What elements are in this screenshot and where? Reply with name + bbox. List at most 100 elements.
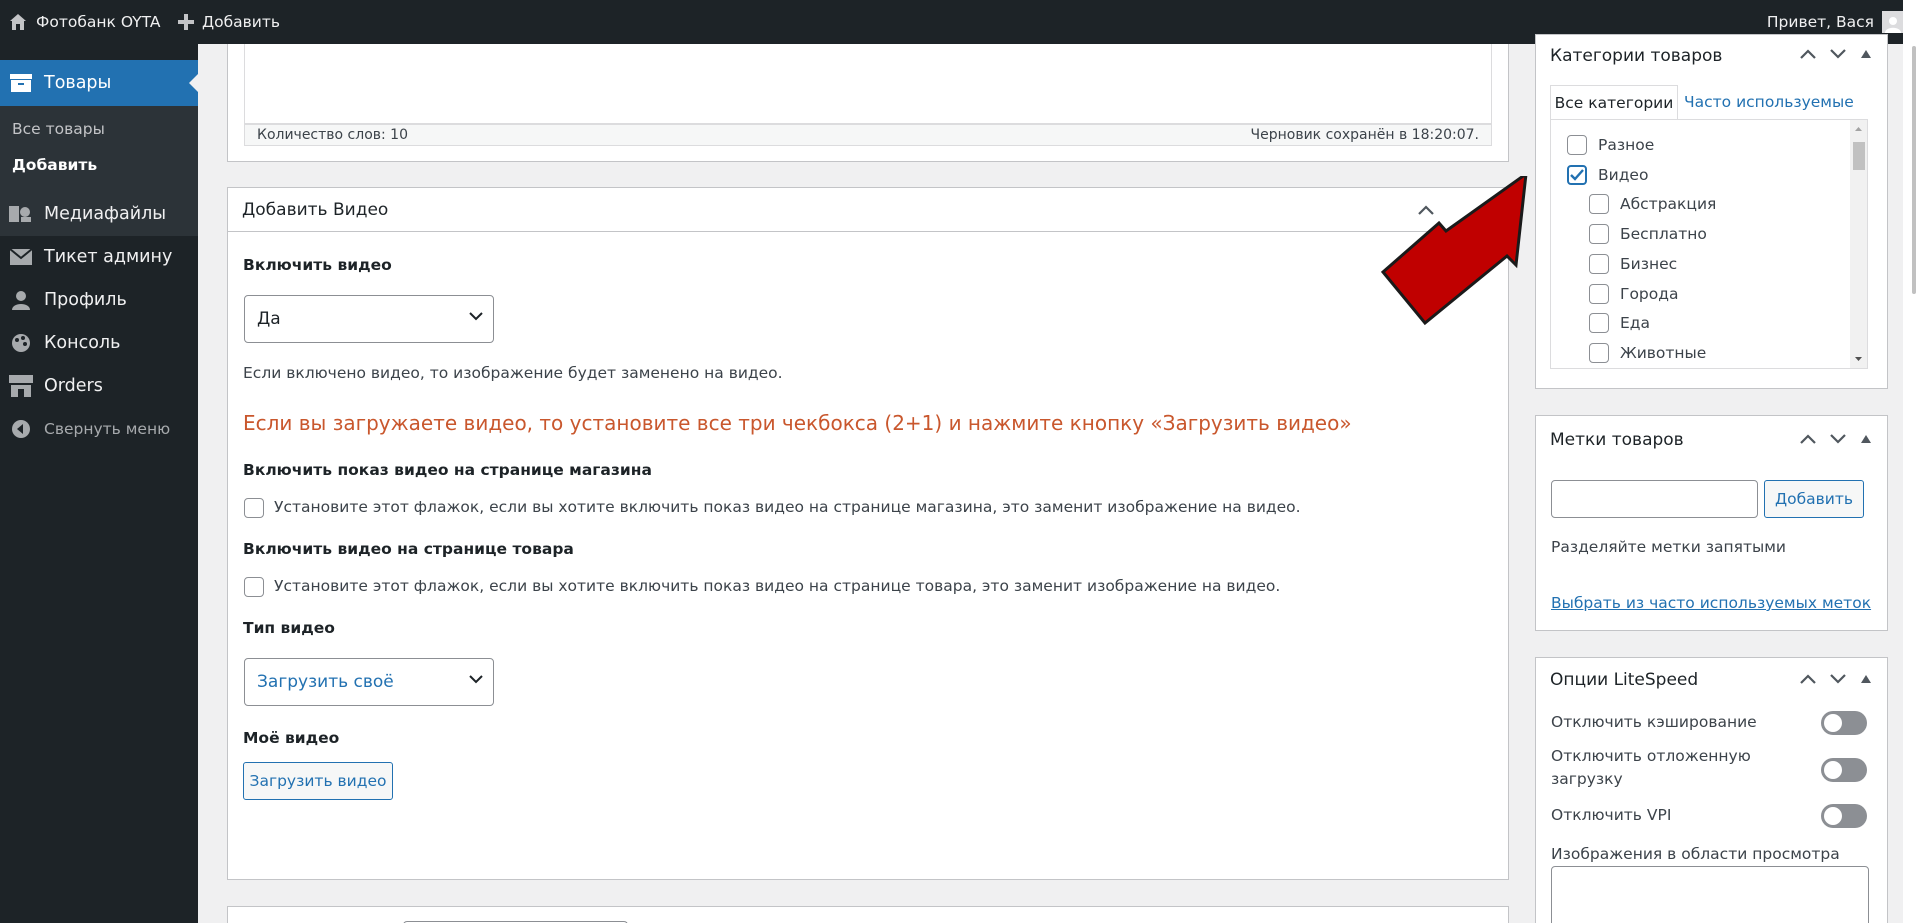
chevron-down-icon[interactable] bbox=[1826, 429, 1850, 449]
add-new-label: Добавить bbox=[202, 13, 281, 31]
disable-vpi-toggle[interactable] bbox=[1821, 804, 1867, 828]
video-type-value: Загрузить своё bbox=[257, 672, 394, 692]
category-checkbox-checked[interactable] bbox=[1567, 165, 1587, 185]
my-video-label: Моё видео bbox=[243, 729, 340, 747]
site-name-link[interactable]: Фотобанк OYTA bbox=[8, 0, 161, 44]
category-checkbox[interactable] bbox=[1589, 284, 1609, 304]
store-icon bbox=[8, 375, 34, 397]
category-item-misc[interactable]: Разное bbox=[1567, 135, 1654, 155]
scroll-down-icon bbox=[1855, 357, 1862, 361]
disable-cache-toggle[interactable] bbox=[1821, 711, 1867, 735]
shop-page-video-label: Включить показ видео на странице магазин… bbox=[243, 461, 652, 479]
tab-popular-categories[interactable]: Часто используемые bbox=[1684, 93, 1854, 111]
add-video-title: Добавить Видео bbox=[242, 200, 389, 220]
tags-hint: Разделяйте метки запятыми bbox=[1551, 538, 1786, 556]
tags-title: Метки товаров bbox=[1550, 430, 1684, 450]
category-item-cities[interactable]: Города bbox=[1589, 284, 1678, 304]
category-checkbox[interactable] bbox=[1589, 254, 1609, 274]
chevron-down-icon[interactable] bbox=[1826, 669, 1850, 689]
category-label: Бесплатно bbox=[1620, 225, 1707, 243]
palette-icon bbox=[8, 333, 34, 353]
category-item-abstraction[interactable]: Абстракция bbox=[1589, 194, 1716, 214]
chevron-up-icon[interactable] bbox=[1796, 429, 1820, 449]
enable-video-description: Если включено видео, то изображение буде… bbox=[243, 364, 783, 382]
admin-sidebar: Товары Все товары Добавить Медиафайлы Ти… bbox=[0, 44, 198, 923]
new-tag-input[interactable] bbox=[1551, 480, 1758, 518]
sidebar-item-label: Медиафайлы bbox=[44, 204, 167, 224]
popular-tags-link[interactable]: Выбрать из часто используемых меток bbox=[1551, 594, 1871, 612]
product-page-video-label: Включить видео на странице товара bbox=[243, 540, 574, 558]
page-scrollbar-thumb[interactable] bbox=[1912, 46, 1916, 294]
sidebar-item-media[interactable]: Медиафайлы bbox=[0, 194, 198, 234]
category-item-food[interactable]: Еда bbox=[1589, 313, 1650, 333]
collapse-toggle-icon[interactable] bbox=[1854, 669, 1878, 689]
shop-page-video-description: Установите этот флажок, если вы хотите в… bbox=[274, 498, 1301, 516]
collapse-icon bbox=[8, 419, 34, 439]
enable-video-value: Да bbox=[257, 309, 281, 329]
sidebar-item-profile[interactable]: Профиль bbox=[0, 280, 198, 320]
category-item-video[interactable]: Видео bbox=[1567, 165, 1648, 185]
scroll-up-icon bbox=[1855, 127, 1862, 131]
sidebar-item-label: Orders bbox=[44, 376, 103, 396]
category-item-business[interactable]: Бизнес bbox=[1589, 254, 1677, 274]
category-checkbox[interactable] bbox=[1589, 313, 1609, 333]
category-checkbox[interactable] bbox=[1567, 135, 1587, 155]
category-checkbox[interactable] bbox=[1589, 343, 1609, 363]
sidebar-item-ticket[interactable]: Тикет админу bbox=[0, 237, 198, 277]
disable-lazyload-toggle[interactable] bbox=[1821, 758, 1867, 782]
chevron-down-icon[interactable] bbox=[1826, 44, 1850, 64]
product-categories-box: Категории товаров Все категории Часто ис… bbox=[1535, 34, 1888, 389]
editor-status-bar: Количество слов: 10 Черновик сохранён в … bbox=[244, 124, 1492, 146]
category-item-free[interactable]: Бесплатно bbox=[1589, 224, 1707, 244]
disable-cache-label: Отключить кэширование bbox=[1551, 713, 1757, 731]
sidebar-item-orders[interactable]: Orders bbox=[0, 366, 198, 406]
scrollbar-thumb[interactable] bbox=[1853, 142, 1865, 170]
categories-scrollbar[interactable] bbox=[1850, 120, 1867, 368]
product-tags-box: Метки товаров Добавить Разделяйте метки … bbox=[1535, 415, 1888, 631]
category-label: Бизнес bbox=[1620, 255, 1678, 273]
category-label: Разное bbox=[1598, 136, 1655, 154]
word-count: Количество слов: 10 bbox=[257, 127, 408, 143]
mail-icon bbox=[8, 249, 34, 265]
submenu-all-products[interactable]: Все товары bbox=[12, 120, 105, 138]
product-page-video-checkbox[interactable] bbox=[244, 577, 264, 597]
video-type-label: Тип видео bbox=[243, 619, 335, 637]
user-icon bbox=[8, 290, 34, 310]
content-editor[interactable] bbox=[244, 44, 1492, 124]
video-type-select[interactable]: Загрузить своё bbox=[244, 658, 494, 706]
shop-page-video-checkbox[interactable] bbox=[244, 498, 264, 518]
sidebar-item-products[interactable]: Товары bbox=[0, 60, 198, 106]
red-annotation-arrow-icon bbox=[1380, 176, 1528, 326]
tab-all-categories[interactable]: Все категории bbox=[1550, 85, 1678, 119]
avatar bbox=[1882, 11, 1904, 33]
page-scrollbar[interactable] bbox=[1903, 0, 1920, 923]
category-item-animals[interactable]: Животные bbox=[1589, 343, 1706, 363]
categories-title: Категории товаров bbox=[1550, 46, 1723, 66]
viewport-images-textarea[interactable] bbox=[1551, 866, 1869, 923]
disable-lazyload-label: Отключить отложенную загрузку bbox=[1551, 747, 1751, 788]
add-tag-button[interactable]: Добавить bbox=[1764, 480, 1864, 518]
add-new-link[interactable]: Добавить bbox=[178, 0, 280, 44]
category-label: Животные bbox=[1620, 344, 1707, 362]
sidebar-item-console[interactable]: Консоль bbox=[0, 323, 198, 363]
chevron-up-icon[interactable] bbox=[1796, 669, 1820, 689]
sidebar-item-label: Товары bbox=[44, 73, 112, 93]
sidebar-item-label: Консоль bbox=[44, 333, 121, 353]
draft-saved-status: Черновик сохранён в 18:20:07. bbox=[1250, 127, 1479, 143]
category-checkbox[interactable] bbox=[1589, 224, 1609, 244]
chevron-up-icon[interactable] bbox=[1796, 44, 1820, 64]
chevron-down-icon bbox=[469, 312, 483, 321]
collapse-toggle-icon[interactable] bbox=[1854, 44, 1878, 64]
disable-vpi-label: Отключить VPI bbox=[1551, 806, 1672, 824]
collapse-menu-button[interactable]: Свернуть меню bbox=[0, 409, 198, 449]
category-label: Видео bbox=[1598, 166, 1649, 184]
archive-icon bbox=[8, 74, 34, 92]
upload-video-button[interactable]: Загрузить видео bbox=[243, 762, 393, 800]
category-label: Города bbox=[1620, 285, 1679, 303]
collapse-toggle-icon[interactable] bbox=[1854, 429, 1878, 449]
category-checkbox[interactable] bbox=[1589, 194, 1609, 214]
submenu-add-new[interactable]: Добавить bbox=[12, 156, 97, 174]
enable-video-select[interactable]: Да bbox=[244, 295, 494, 343]
litespeed-options-box: Опции LiteSpeed Отключить кэширование От… bbox=[1535, 657, 1888, 923]
media-icon bbox=[8, 204, 34, 224]
